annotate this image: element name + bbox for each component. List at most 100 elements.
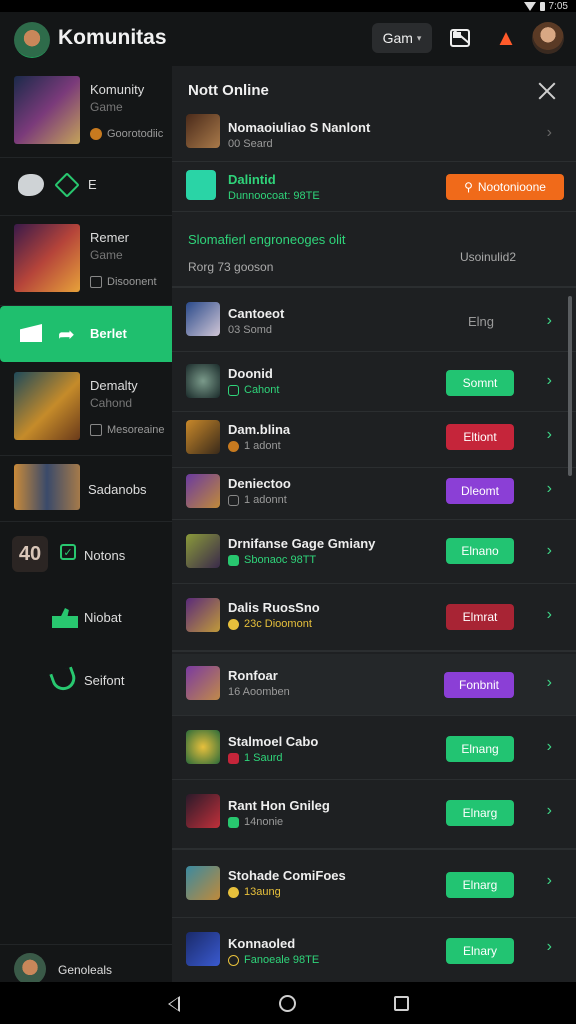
- chevron-right-icon[interactable]: ›: [547, 312, 552, 330]
- action-button[interactable]: Elnary: [446, 938, 514, 964]
- sidebar-item-sadanobs[interactable]: Sadanobs: [0, 456, 172, 522]
- square-icon: [90, 276, 102, 288]
- sidebar-item-sub: Game: [90, 100, 123, 114]
- row-title: Doonid: [228, 366, 273, 381]
- list-item[interactable]: Dam.blina 1 adont Eltiont ›: [172, 412, 576, 468]
- game-thumbnail: [186, 666, 220, 700]
- sidebar-item-label: Berlet: [90, 326, 127, 341]
- row-title: Cantoeot: [228, 306, 285, 321]
- avatar: [14, 953, 46, 985]
- row-sub: 23c Dioomont: [244, 618, 312, 630]
- sidebar-item-remer[interactable]: Remer Game Disoonent: [0, 216, 172, 306]
- recent-apps-icon[interactable]: [394, 996, 409, 1011]
- banner-status: Usoinulid2: [459, 250, 516, 264]
- game-thumbnail: [14, 76, 80, 144]
- list-item[interactable]: Deniectoo 1 adonnt Dleomt ›: [172, 468, 576, 520]
- sidebar-item-title: Komunity: [90, 82, 145, 97]
- clock-icon: [228, 954, 239, 966]
- action-button[interactable]: Elnarg: [446, 800, 514, 826]
- chevron-right-icon[interactable]: ›: [547, 426, 552, 444]
- sidebar-item-komunity[interactable]: Komunity Game Goorotodiic: [0, 66, 172, 158]
- row-sub: Sbonaoc 98TT: [244, 554, 317, 566]
- mail-icon[interactable]: [450, 29, 470, 47]
- action-button[interactable]: Elmrat: [446, 604, 514, 630]
- back-icon[interactable]: [168, 996, 180, 1012]
- sidebar-item-label: Sadanobs: [88, 482, 147, 497]
- action-button[interactable]: Dleomt: [446, 478, 514, 504]
- action-button[interactable]: Fonbnit: [444, 672, 514, 698]
- sidebar-footer[interactable]: Genoleals: [0, 944, 172, 985]
- list-item[interactable]: Rant Hon Gnileg 14nonie Elnarg ›: [172, 780, 576, 850]
- list-item[interactable]: Drnifanse Gage Gmiany Sbonaoc 98TT Elnan…: [172, 520, 576, 584]
- action-button[interactable]: Somnt: [446, 370, 514, 396]
- sidebar-item-sub: Game: [90, 248, 123, 262]
- chevron-right-icon[interactable]: ›: [547, 372, 552, 390]
- action-button[interactable]: Elnano: [446, 538, 514, 564]
- list-item[interactable]: Cantoeot 03 Somd Elng ›: [172, 290, 576, 352]
- sidebar-item-seifont[interactable]: Seifont: [84, 673, 124, 688]
- game-thumbnail: [186, 730, 220, 764]
- game-thumbnail: [14, 372, 80, 440]
- thumbs-up-icon: [52, 608, 78, 628]
- row-sub: 03 Somd: [228, 324, 273, 336]
- community-avatar[interactable]: [14, 22, 50, 58]
- action-button[interactable]: Elnang: [446, 736, 514, 762]
- home-icon[interactable]: [279, 995, 296, 1012]
- chevron-right-icon[interactable]: ›: [547, 606, 552, 624]
- close-icon[interactable]: [538, 82, 556, 100]
- list-item[interactable]: Dalintid Dunnoocoat: 98TE ⚲ Nootonioone: [172, 162, 576, 212]
- chevron-right-icon[interactable]: ›: [547, 802, 552, 820]
- user-avatar[interactable]: [532, 22, 564, 54]
- banner-title: Slomafierl engroneoges olit: [188, 232, 346, 247]
- row-sub: Fanoeale 98TE: [244, 954, 320, 966]
- row-sub: 14nonie: [244, 816, 284, 828]
- chevron-right-icon[interactable]: ›: [547, 938, 552, 956]
- sidebar-item-meta: Goorotodiic: [107, 128, 164, 140]
- row-sub: 1 Saurd: [244, 752, 283, 764]
- panel-title: Nott Online: [188, 82, 269, 99]
- action-button[interactable]: Eltiont: [446, 424, 514, 450]
- list-item[interactable]: Ronfoar 16 Aoomben Fonbnit ›: [172, 654, 576, 716]
- row-sub: 1 adont: [244, 440, 281, 452]
- list-item[interactable]: Nomaoiuliao S Nanlont 00 Seard ›: [172, 110, 576, 162]
- sidebar-item-demalty[interactable]: Demalty Cahond Mesoreaine: [0, 362, 172, 456]
- row-status: Elng: [467, 314, 494, 329]
- badge-icon: [228, 440, 239, 452]
- chevron-right-icon[interactable]: ›: [547, 872, 552, 890]
- chevron-right-icon[interactable]: ›: [547, 674, 552, 692]
- page-title: Komunitas: [58, 26, 167, 49]
- sidebar-item-notons[interactable]: Notons: [84, 548, 125, 563]
- fire-icon[interactable]: ▲: [494, 25, 518, 50]
- action-button[interactable]: Elnarg: [446, 872, 514, 898]
- sidebar-item-niobat[interactable]: Niobat: [84, 610, 122, 625]
- list-item[interactable]: Stohade ComiFoes 13aung Elnarg ›: [172, 852, 576, 918]
- row-sub: 16 Aoomben: [228, 686, 290, 698]
- chevron-right-icon[interactable]: ›: [547, 738, 552, 756]
- list-item[interactable]: Slomafierl engroneoges olit Rorg 73 goos…: [172, 212, 576, 288]
- game-thumbnail: [186, 420, 220, 454]
- tag-icon[interactable]: [54, 172, 80, 198]
- sidebar-item-berlet[interactable]: ➦ Berlet: [0, 306, 172, 362]
- chevron-right-icon[interactable]: ›: [547, 480, 552, 498]
- row-sub: Cahont: [244, 384, 280, 396]
- twitter-icon[interactable]: [18, 174, 44, 196]
- row-sub: 1 adonnt: [244, 494, 287, 506]
- game-thumbnail: [186, 794, 220, 828]
- chevron-right-icon[interactable]: ›: [547, 124, 552, 142]
- scrollbar[interactable]: [568, 296, 572, 476]
- badge-icon: [228, 886, 239, 898]
- action-button[interactable]: ⚲ Nootonioone: [446, 174, 564, 200]
- tag-icon: [228, 384, 239, 396]
- list-item[interactable]: Doonid Cahont Somnt ›: [172, 352, 576, 412]
- square-icon: [90, 424, 102, 436]
- user-icon: ⚲: [464, 180, 473, 194]
- shield-icon: [49, 666, 79, 694]
- status-time: 7:05: [548, 0, 568, 12]
- chevron-right-icon[interactable]: ›: [547, 542, 552, 560]
- game-select-dropdown[interactable]: Gam ▾: [372, 23, 432, 53]
- list-item[interactable]: Konnaoled Fanoeale 98TE Elnary ›: [172, 918, 576, 982]
- row-title: Stalmoel Cabo: [228, 734, 319, 749]
- list-item[interactable]: Dalis RuosSno 23c Dioomont Elmrat ›: [172, 584, 576, 652]
- list-item[interactable]: Stalmoel Cabo 1 Saurd Elnang ›: [172, 716, 576, 780]
- sidebar-item-social[interactable]: E: [0, 158, 172, 216]
